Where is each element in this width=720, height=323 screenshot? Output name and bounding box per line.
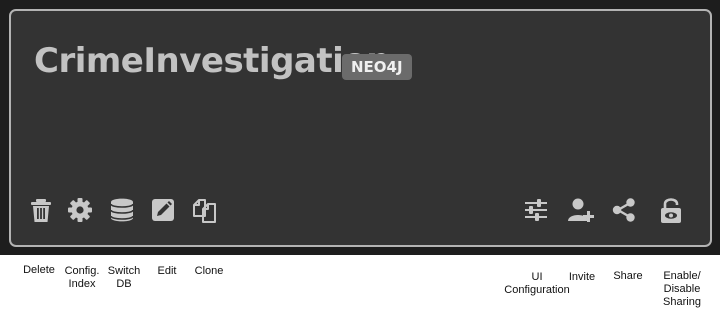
database-type-badge: NEO4J xyxy=(342,54,412,80)
edit-caption: Edit xyxy=(157,265,177,277)
switch-db-caption: Switch DB xyxy=(107,265,141,290)
edit-button[interactable] xyxy=(146,193,180,227)
gear-icon xyxy=(68,198,92,222)
invite-button[interactable] xyxy=(564,193,598,227)
lock-open-icon xyxy=(661,198,681,223)
share-icon xyxy=(612,198,635,222)
sliders-icon xyxy=(525,199,547,221)
enable-disable-sharing-button[interactable] xyxy=(654,193,688,227)
config-index-caption: Config. Index xyxy=(64,265,100,290)
delete-caption: Delete xyxy=(23,264,55,276)
database-title: CrimeInvestigation xyxy=(34,41,390,81)
invite-caption: Invite xyxy=(568,271,596,283)
delete-button[interactable] xyxy=(24,193,58,227)
share-button[interactable] xyxy=(607,193,641,227)
trash-icon xyxy=(31,199,51,222)
enable-disable-sharing-caption: Enable/ Disable Sharing xyxy=(663,270,701,308)
copy-icon xyxy=(193,199,216,223)
clone-caption: Clone xyxy=(194,265,224,277)
clone-button[interactable] xyxy=(187,193,221,227)
switch-db-button[interactable] xyxy=(105,193,139,227)
config-index-button[interactable] xyxy=(63,193,97,227)
database-card: CrimeInvestigation NEO4J xyxy=(9,9,712,247)
ui-configuration-button[interactable] xyxy=(519,193,553,227)
share-caption: Share xyxy=(613,270,643,282)
pencil-square-icon xyxy=(152,199,174,221)
user-plus-icon xyxy=(568,198,594,222)
database-icon xyxy=(110,198,134,222)
